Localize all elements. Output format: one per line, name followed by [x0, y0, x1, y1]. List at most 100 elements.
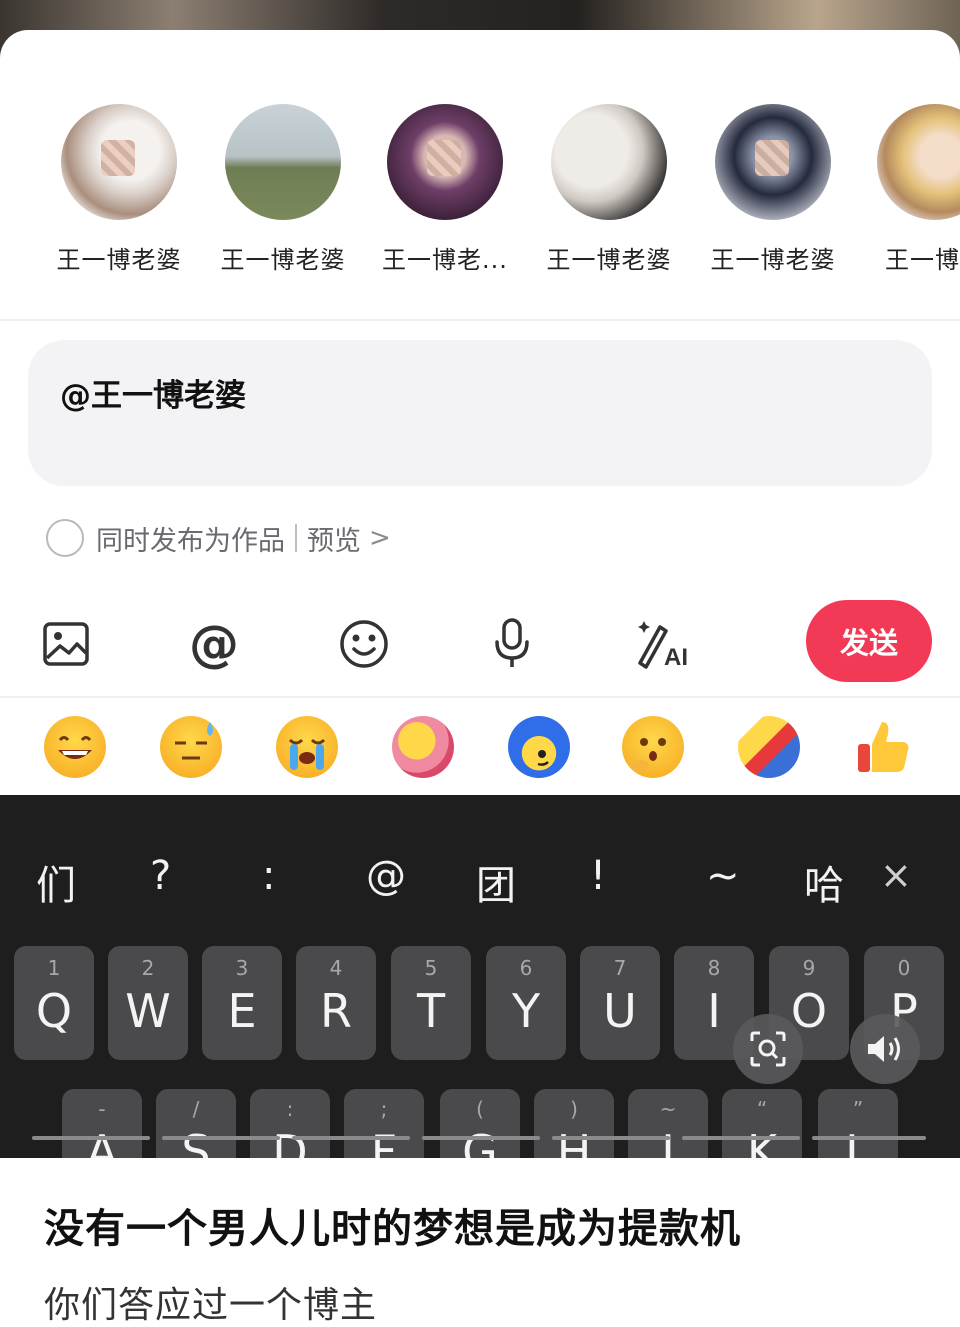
avatar: [877, 104, 960, 220]
key-number: 5: [424, 956, 438, 980]
blue-hair-emoji-icon[interactable]: [508, 716, 570, 778]
key-number: 0: [897, 956, 911, 980]
key-letter: K: [746, 1125, 778, 1158]
mention-item[interactable]: 王一博老婆: [202, 104, 364, 275]
key-w[interactable]: 2W: [108, 946, 188, 1060]
mention-name: 王一博老婆: [546, 246, 672, 274]
sweat-emoji-icon[interactable]: [160, 716, 222, 778]
avatar: [715, 104, 831, 220]
key-number: 3: [235, 956, 249, 980]
key-letter: J: [661, 1125, 675, 1158]
key-letter: U: [603, 984, 637, 1038]
key-letter: T: [416, 984, 446, 1038]
mention-name: 王一博老婆: [56, 246, 182, 274]
candidate-word[interactable]: :: [262, 853, 275, 899]
key-letter: L: [845, 1125, 871, 1158]
comment-input-text: @王一博老婆: [60, 378, 246, 414]
thumbs-up-emoji-icon[interactable]: [852, 716, 914, 778]
mention-name: 王一博老: [885, 246, 960, 274]
candidate-word[interactable]: 们: [36, 853, 76, 911]
key-f[interactable]: ; F: [344, 1089, 424, 1158]
speaker-icon[interactable]: [850, 1014, 920, 1084]
key-letter: Q: [35, 984, 73, 1038]
mention-suggestions: 王一博老婆 王一博老婆 王一博老... 王一博老婆 王一博老婆 王一博老: [0, 104, 960, 304]
key-symbol: “: [756, 1097, 768, 1121]
post-caption: 没有一个男人儿时的梦想是成为提款机 你们答应过一个博主: [0, 1158, 960, 1327]
at-icon[interactable]: @: [184, 614, 244, 674]
key-number: 7: [613, 956, 627, 980]
key-j[interactable]: ~ J: [628, 1089, 708, 1158]
preview-link[interactable]: 预览: [307, 519, 361, 558]
avatar: [387, 104, 503, 220]
candidate-word[interactable]: 团: [476, 853, 516, 911]
divider: [0, 319, 960, 321]
publish-radio[interactable]: [46, 519, 84, 557]
mention-item[interactable]: 王一博老...: [364, 104, 526, 275]
scroll-indicator: [292, 1136, 410, 1140]
key-letter: H: [556, 1125, 592, 1158]
mention-item[interactable]: 王一博老婆: [38, 104, 200, 275]
crying-emoji-icon[interactable]: [276, 716, 338, 778]
send-button[interactable]: 发送: [806, 600, 932, 682]
grinning-emoji-icon[interactable]: [44, 716, 106, 778]
key-h[interactable]: ) H: [534, 1089, 614, 1158]
key-number: 9: [802, 956, 816, 980]
mention-item[interactable]: 王一博老婆: [692, 104, 854, 275]
candidate-word[interactable]: 哈: [804, 853, 844, 911]
scroll-indicator: [422, 1136, 540, 1140]
scroll-indicator: [682, 1136, 800, 1140]
key-e[interactable]: 3E: [202, 946, 282, 1060]
close-icon[interactable]: ×: [880, 853, 912, 897]
key-number: 6: [519, 956, 533, 980]
key-y[interactable]: 6Y: [486, 946, 566, 1060]
scan-icon[interactable]: [733, 1014, 803, 1084]
key-letter: D: [272, 1125, 308, 1158]
image-icon[interactable]: [36, 614, 96, 674]
key-letter: S: [181, 1125, 211, 1158]
scroll-indicator: [812, 1136, 926, 1140]
microphone-icon[interactable]: [482, 614, 542, 674]
hug-emoji-icon[interactable]: [392, 716, 454, 778]
key-l[interactable]: ” L: [818, 1089, 898, 1158]
mention-name: 王一博老...: [382, 246, 508, 274]
candidate-word[interactable]: !: [590, 853, 606, 899]
comment-input[interactable]: @王一博老婆: [28, 340, 932, 486]
key-g[interactable]: (G: [440, 1089, 520, 1158]
key-symbol: ;: [380, 1097, 388, 1121]
key-number: 1: [47, 956, 61, 980]
flying-emoji-icon[interactable]: [738, 716, 800, 778]
key-k[interactable]: “K: [722, 1089, 802, 1158]
key-d[interactable]: :D: [250, 1089, 330, 1158]
candidate-word[interactable]: @: [366, 853, 406, 899]
svg-text:AI: AI: [664, 644, 688, 669]
key-s[interactable]: / S: [156, 1089, 236, 1158]
key-a[interactable]: -A: [62, 1089, 142, 1158]
avatar: [225, 104, 341, 220]
key-symbol: :: [286, 1097, 294, 1121]
publish-label: 同时发布为作品: [96, 525, 285, 557]
divider: [295, 524, 297, 552]
thinking-emoji-icon[interactable]: [622, 716, 684, 778]
mention-item[interactable]: 王一博老: [854, 104, 960, 275]
mention-item[interactable]: 王一博老婆: [528, 104, 690, 275]
key-u[interactable]: 7U: [580, 946, 660, 1060]
key-symbol: ): [570, 1097, 578, 1121]
at-glyph: @: [189, 615, 239, 673]
key-r[interactable]: 4R: [296, 946, 376, 1060]
key-t[interactable]: 5T: [391, 946, 471, 1060]
candidate-word[interactable]: ~: [706, 853, 740, 899]
key-symbol: -: [98, 1097, 106, 1121]
caption-subtitle: 你们答应过一个博主: [44, 1285, 378, 1326]
mention-name: 王一博老婆: [220, 246, 346, 274]
scroll-indicator: [162, 1136, 280, 1140]
key-symbol: ~: [659, 1097, 677, 1121]
key-letter: E: [227, 984, 257, 1038]
candidate-word[interactable]: ?: [150, 853, 171, 899]
mention-name: 王一博老婆: [710, 246, 836, 274]
key-number: 4: [329, 956, 343, 980]
emoji-face-icon[interactable]: [334, 614, 394, 674]
key-letter: G: [462, 1125, 498, 1158]
ai-write-icon[interactable]: AI: [632, 614, 692, 674]
key-q[interactable]: 1Q: [14, 946, 94, 1060]
key-number: 8: [707, 956, 721, 980]
